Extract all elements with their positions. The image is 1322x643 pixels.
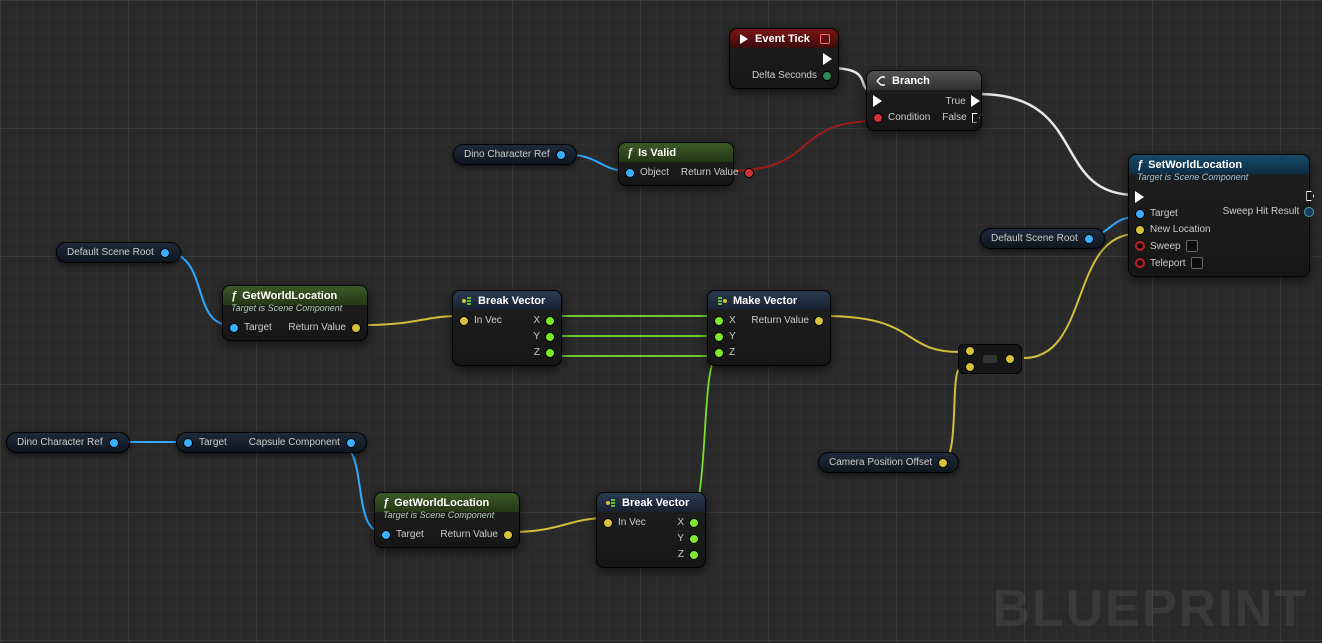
function-icon: ƒ bbox=[1137, 159, 1143, 171]
pin-return-value[interactable]: Return Value bbox=[751, 315, 824, 326]
node-title: Event Tick bbox=[755, 33, 810, 45]
node-title: SetWorldLocation bbox=[1148, 159, 1242, 171]
pin-z[interactable]: Z bbox=[533, 347, 555, 358]
pin-return-value[interactable]: Return Value bbox=[440, 529, 513, 540]
pin-y[interactable]: Y bbox=[714, 331, 736, 342]
pin-out[interactable] bbox=[346, 438, 356, 448]
event-badge bbox=[820, 34, 830, 44]
pin-x[interactable]: X bbox=[533, 315, 555, 326]
pin-target-in[interactable] bbox=[183, 438, 193, 448]
node-get-world-location-lower[interactable]: ƒ GetWorldLocation Target is Scene Compo… bbox=[374, 492, 520, 548]
node-header: Break Vector bbox=[453, 291, 561, 310]
node-subtitle: Target is Scene Component bbox=[1129, 172, 1309, 186]
pin-out[interactable] bbox=[109, 438, 119, 448]
pin-out[interactable] bbox=[1005, 354, 1015, 364]
pin-x[interactable]: X bbox=[714, 315, 736, 326]
node-break-vector-lower[interactable]: Break Vector In Vec X Y Z bbox=[596, 492, 706, 568]
pin-b[interactable] bbox=[965, 362, 975, 372]
pin-out[interactable] bbox=[938, 458, 948, 468]
function-icon: ƒ bbox=[627, 147, 633, 159]
var-label: Capsule Component bbox=[249, 437, 340, 448]
pin-y[interactable]: Y bbox=[677, 533, 699, 544]
pin-x[interactable]: X bbox=[677, 517, 699, 528]
node-get-world-location-upper[interactable]: ƒ GetWorldLocation Target is Scene Compo… bbox=[222, 285, 368, 341]
pin-out[interactable] bbox=[160, 248, 170, 258]
pin-y[interactable]: Y bbox=[533, 331, 555, 342]
pin-return-value[interactable]: Return Value bbox=[288, 322, 361, 333]
branch-icon bbox=[875, 75, 887, 87]
pin-false[interactable]: False bbox=[942, 112, 979, 123]
operator-icon bbox=[983, 355, 997, 363]
pin-teleport[interactable]: Teleport bbox=[1135, 257, 1211, 269]
make-icon bbox=[716, 295, 728, 307]
pin-in-vec[interactable]: In Vec bbox=[603, 517, 646, 528]
node-set-world-location[interactable]: ƒ SetWorldLocation Target is Scene Compo… bbox=[1128, 154, 1310, 277]
pin-sweep-hit-result[interactable]: Sweep Hit Result bbox=[1223, 206, 1315, 217]
node-make-vector[interactable]: Make Vector X Y Z Return Value bbox=[707, 290, 831, 366]
pin-target[interactable]: Target bbox=[381, 529, 424, 540]
pin-out[interactable] bbox=[1084, 234, 1094, 244]
pin-target[interactable]: Target bbox=[229, 322, 272, 333]
pin-z[interactable]: Z bbox=[677, 549, 699, 560]
pin-target[interactable]: Target bbox=[1135, 208, 1211, 219]
pin-out[interactable] bbox=[556, 150, 566, 160]
target-label: Target bbox=[199, 437, 227, 448]
var-default-scene-root-left[interactable]: Default Scene Root bbox=[56, 242, 181, 263]
watermark: BLUEPRINT bbox=[992, 579, 1308, 639]
event-icon bbox=[738, 33, 750, 45]
node-title: Branch bbox=[892, 75, 930, 87]
break-icon bbox=[461, 295, 473, 307]
var-label: Default Scene Root bbox=[67, 247, 154, 258]
var-label: Default Scene Root bbox=[991, 233, 1078, 244]
var-label: Dino Character Ref bbox=[464, 149, 550, 160]
node-title: Make Vector bbox=[733, 295, 797, 307]
node-header: Event Tick bbox=[730, 29, 838, 48]
node-title: Break Vector bbox=[478, 295, 545, 307]
node-header: Make Vector bbox=[708, 291, 830, 310]
pin-exec-in[interactable] bbox=[873, 95, 930, 107]
pin-z[interactable]: Z bbox=[714, 347, 736, 358]
node-title: Break Vector bbox=[622, 497, 689, 509]
pin-exec-out[interactable] bbox=[1223, 191, 1315, 201]
node-title: GetWorldLocation bbox=[394, 497, 489, 509]
node-header: ƒ Is Valid bbox=[619, 143, 733, 162]
node-header: Break Vector bbox=[597, 493, 705, 512]
pin-a[interactable] bbox=[965, 346, 975, 356]
var-camera-position-offset[interactable]: Camera Position Offset bbox=[818, 452, 959, 473]
sweep-checkbox bbox=[1186, 240, 1198, 252]
node-title: GetWorldLocation bbox=[242, 290, 337, 302]
var-dino-character-ref-top[interactable]: Dino Character Ref bbox=[453, 144, 577, 165]
var-capsule-component[interactable]: Target Capsule Component bbox=[176, 432, 367, 453]
pin-sweep[interactable]: Sweep bbox=[1135, 240, 1211, 252]
node-event-tick[interactable]: Event Tick Delta Seconds bbox=[729, 28, 839, 89]
var-dino-character-ref-bottom[interactable]: Dino Character Ref bbox=[6, 432, 130, 453]
node-header: Branch bbox=[867, 71, 981, 90]
pin-true[interactable]: True bbox=[942, 95, 979, 107]
pin-return-value[interactable]: Return Value bbox=[681, 167, 754, 178]
teleport-checkbox bbox=[1191, 257, 1203, 269]
node-is-valid[interactable]: ƒ Is Valid Object Return Value bbox=[618, 142, 734, 186]
node-break-vector-upper[interactable]: Break Vector In Vec X Y Z bbox=[452, 290, 562, 366]
pin-exec-in[interactable] bbox=[1135, 191, 1211, 203]
pin-in-vec[interactable]: In Vec bbox=[459, 315, 502, 326]
pin-exec-out[interactable] bbox=[752, 53, 832, 65]
break-icon bbox=[605, 497, 617, 509]
pin-condition[interactable]: Condition bbox=[873, 112, 930, 123]
node-branch[interactable]: Branch Condition True False bbox=[866, 70, 982, 131]
function-icon: ƒ bbox=[231, 290, 237, 302]
var-label: Dino Character Ref bbox=[17, 437, 103, 448]
function-icon: ƒ bbox=[383, 497, 389, 509]
var-label: Camera Position Offset bbox=[829, 457, 932, 468]
var-default-scene-root-right[interactable]: Default Scene Root bbox=[980, 228, 1105, 249]
pin-new-location[interactable]: New Location bbox=[1135, 224, 1211, 235]
node-vector-add[interactable] bbox=[958, 344, 1022, 374]
node-title: Is Valid bbox=[638, 147, 676, 159]
pin-delta-seconds[interactable]: Delta Seconds bbox=[752, 70, 832, 81]
node-subtitle: Target is Scene Component bbox=[223, 303, 367, 317]
node-subtitle: Target is Scene Component bbox=[375, 510, 519, 524]
pin-object[interactable]: Object bbox=[625, 167, 669, 178]
